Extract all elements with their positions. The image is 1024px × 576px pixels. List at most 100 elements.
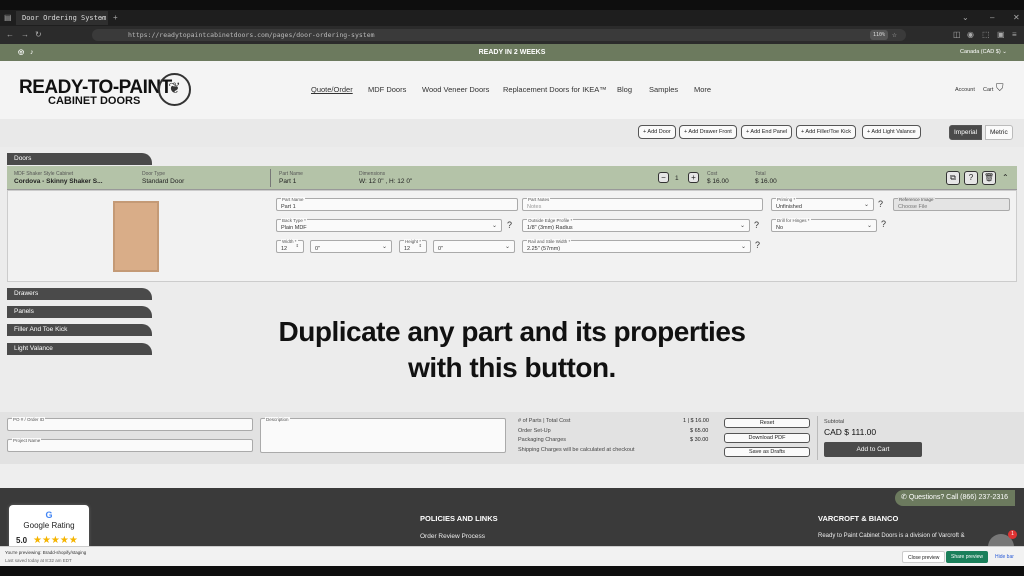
chevron-down-icon: ⌄ [381,244,387,250]
extension-badge-icon[interactable]: ▣ [997,30,1005,40]
nav-mdf-doors[interactable]: MDF Doors [368,85,406,94]
cabinet-label: MDF Shaker Style Cabinet [14,171,74,177]
site-header: READY-TO-PAINT CABINET DOORS ❦ Quote/Ord… [0,61,1024,119]
chevron-down-icon[interactable]: ⌄ [962,13,969,23]
browser-tab[interactable]: Door Ordering System ✕ [16,11,108,25]
notes-placeholder: Notes [527,204,542,210]
parts-value: 1 | $ 16.00 [683,418,709,424]
part-notes-field[interactable]: Part Notes Notes [522,197,763,211]
back-type-select[interactable]: Back Type * Plain MDF ⌄ [276,218,502,232]
maple-leaf-seal-icon: ❦ [158,73,191,106]
back-icon[interactable]: ← [6,30,14,40]
add-door-button[interactable]: + Add Door [638,125,676,139]
back-type-help-icon[interactable]: ? [507,220,512,230]
door-row[interactable]: MDF Shaker Style Cabinet Cordova - Skinn… [7,166,1017,190]
close-window-icon[interactable]: ✕ [1013,13,1020,23]
imperial-toggle[interactable]: Imperial [949,125,983,140]
menu-icon[interactable]: ≡ [1012,30,1017,40]
logo-line2[interactable]: CABINET DOORS [48,95,140,107]
save-drafts-button[interactable]: Save as Drafts [724,447,810,457]
qty-value: 1 [675,175,679,182]
pocket-icon[interactable]: ◫ [953,30,961,40]
hide-bar-button[interactable]: Hide bar [990,551,1019,563]
decrease-qty-button[interactable]: − [658,172,669,183]
duplicate-icon[interactable]: ⧉ [946,171,960,185]
bookmark-star-icon[interactable]: ☆ [892,29,897,41]
reference-label: Reference Image [898,197,935,202]
height-input[interactable]: Height * 12 ⇕ [399,239,427,253]
width-fraction-value: 0" [315,246,321,252]
part-name-field[interactable]: Part Name Part 1 [276,197,518,211]
download-pdf-button[interactable]: Download PDF [724,433,810,443]
width-input[interactable]: Width * 12 ⇕ [276,239,304,253]
section-drawers[interactable]: Drawers [7,288,152,300]
nav-more[interactable]: More [694,85,711,94]
forward-icon[interactable]: → [21,30,29,40]
chevron-down-icon: ⌄ [491,223,497,229]
extensions-icon[interactable]: ⬚ [982,30,990,40]
project-name-field[interactable]: Project Name [7,438,253,452]
rail-stile-select[interactable]: Rail and Stile Width * 2.25" (57mm) ⌄ [522,239,751,253]
region-selector[interactable]: Canada (CAD $) ⌄ [960,44,1007,61]
tiktok-icon[interactable]: ♪ [30,44,34,61]
po-field[interactable]: PO # / Order ID [7,417,253,431]
subtotal-label: Subtotal [824,419,845,425]
cart-link[interactable]: Cart [983,87,993,93]
description-label: Description [265,417,290,422]
cart-icon[interactable]: ⛉ [996,83,1004,94]
add-filler-button[interactable]: + Add Filler/Toe Kick [796,125,856,139]
width-fraction-select[interactable]: 0" ⌄ [310,240,392,253]
reference-image-field[interactable]: Reference Image Choose File [893,197,1010,211]
url-text: https://readytopaintcabinetdoors.com/pag… [128,31,375,39]
add-to-cart-button[interactable]: Add to Cart [824,442,922,457]
zoom-level[interactable]: 110% [870,30,889,40]
close-preview-button[interactable]: Close preview [902,551,946,563]
priming-select[interactable]: Priming * Unfinished ⌄ [771,197,874,211]
description-field[interactable]: Description [260,417,506,453]
priming-value: Unfinished [776,204,802,210]
minimize-icon[interactable]: – [990,13,994,23]
collapse-chevron-icon[interactable]: ⌃ [1002,173,1009,182]
reload-icon[interactable]: ↻ [35,30,42,40]
increase-qty-button[interactable]: + [688,172,699,183]
questions-call-button[interactable]: ✆ Questions? Call (866) 237-2316 [895,490,1015,506]
chevron-down-icon: ⌄ [740,244,746,250]
nav-samples[interactable]: Samples [649,85,678,94]
edge-help-icon[interactable]: ? [754,220,759,230]
reset-button[interactable]: Reset [724,418,810,428]
part-name-field-label: Part Name [281,197,305,202]
footer-policies-heading: POLICIES AND LINKS [420,514,498,523]
rail-help-icon[interactable]: ? [755,240,760,250]
nav-blog[interactable]: Blog [617,85,632,94]
tab-list-icon[interactable]: ▤ [4,13,12,23]
height-fraction-select[interactable]: 0" ⌄ [433,240,515,253]
address-field[interactable]: https://readytopaintcabinetdoors.com/pag… [92,29,906,41]
account-icon[interactable]: ◉ [967,30,974,40]
instagram-icon[interactable]: ◎ [18,44,24,61]
stepper-icon[interactable]: ⇕ [296,243,299,248]
close-tab-icon[interactable]: ✕ [100,11,104,25]
google-rating-badge[interactable]: G Google Rating 5.0 ★★★★★ [9,505,89,550]
stepper-icon[interactable]: ⇕ [419,243,422,248]
nav-ikea[interactable]: Replacement Doors for IKEA™ [503,85,607,94]
new-tab-icon[interactable]: + [113,13,118,23]
section-doors[interactable]: Doors [7,153,152,165]
add-end-panel-button[interactable]: + Add End Panel [741,125,793,139]
footer-review-link[interactable]: Order Review Process [420,533,485,540]
drill-help-icon[interactable]: ? [881,219,886,229]
delete-icon[interactable]: 🗑 [982,171,996,185]
drill-hinges-select[interactable]: Drill for Hinges * No ⌄ [771,218,877,232]
add-drawer-front-button[interactable]: + Add Drawer Front [679,125,737,139]
nav-wood-veneer[interactable]: Wood Veneer Doors [422,85,489,94]
tab-title: Door Ordering System [22,14,107,22]
priming-help-icon[interactable]: ? [878,199,883,209]
help-icon[interactable]: ? [964,171,978,185]
share-preview-button[interactable]: Share preview [946,551,988,563]
add-light-valance-button[interactable]: + Add Light Valance [862,125,921,139]
nav-quote-order[interactable]: Quote/Order [311,85,353,94]
metric-toggle[interactable]: Metric [985,125,1013,140]
edge-profile-select[interactable]: Outside Edge Profile * 1/8" (3mm) Radius ⌄ [522,218,750,232]
shopify-preview-bar: You're previewing: Bradd-shopify/staging… [0,546,1024,566]
part-toolbar: + Add Door + Add Drawer Front + Add End … [0,119,1024,147]
account-link[interactable]: Account [955,87,975,93]
